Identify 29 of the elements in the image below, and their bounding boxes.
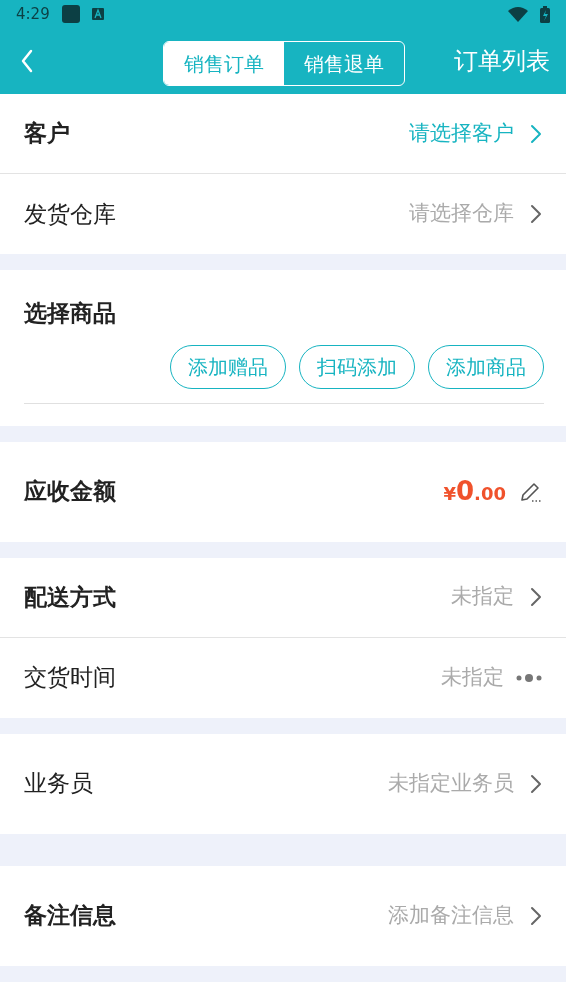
- chevron-right-icon: [530, 587, 542, 607]
- row-label: 客户: [24, 119, 70, 149]
- row-label: 发货仓库: [24, 199, 116, 229]
- font-notification-icon: [91, 8, 104, 20]
- amount-value: ¥0.00: [443, 475, 506, 508]
- row-label: 业务员: [24, 769, 93, 799]
- wifi-icon: [508, 6, 528, 22]
- row-label: 备注信息: [24, 901, 116, 931]
- chevron-right-icon: [530, 905, 542, 926]
- section-title: 选择商品: [24, 299, 117, 328]
- chevron-right-icon: [530, 123, 542, 144]
- amount-label: 应收金额: [24, 477, 116, 507]
- chevron-right-icon: [530, 204, 542, 224]
- chevron-right-icon: [530, 773, 542, 794]
- order-tab[interactable]: 销售退单: [284, 42, 404, 85]
- row-value[interactable]: 未指定: [451, 581, 514, 613]
- status-time: 4:29: [16, 3, 50, 25]
- row-value[interactable]: 添加备注信息: [388, 899, 514, 932]
- row-label: 配送方式: [24, 582, 116, 612]
- row-value[interactable]: 请选择客户: [409, 117, 514, 150]
- more-icon: [516, 672, 542, 683]
- row-value[interactable]: 未指定: [441, 661, 504, 694]
- order-tab[interactable]: 销售订单: [164, 42, 284, 85]
- order-list-link[interactable]: 订单列表: [454, 43, 550, 79]
- row-label: 交货时间: [24, 663, 116, 693]
- app-notification-icon: [61, 5, 80, 23]
- row-value[interactable]: 未指定业务员: [388, 767, 514, 800]
- row-value[interactable]: 请选择仓库: [409, 198, 514, 230]
- battery-icon: [540, 5, 550, 23]
